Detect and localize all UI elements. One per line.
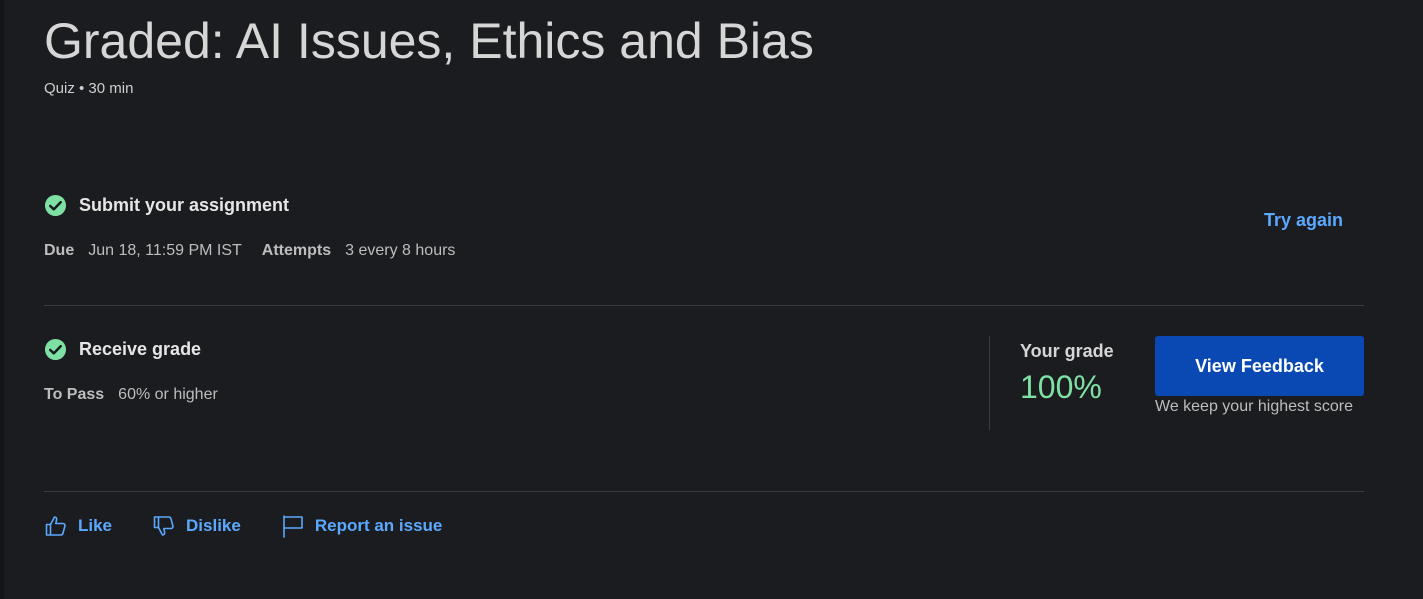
thumbs-down-icon	[153, 516, 174, 536]
grade-details: To Pass 60% or higher	[44, 386, 238, 404]
view-feedback-button[interactable]: View Feedback	[1155, 336, 1364, 396]
divider	[44, 305, 1364, 306]
report-issue-label: Report an issue	[314, 516, 443, 535]
attempts-label: Attempts	[261, 242, 332, 259]
quiz-overview: Graded: AI Issues, Ethics and Bias Quiz …	[44, 0, 1364, 599]
feedback-actions: Like Dislike Report an issue	[44, 514, 482, 538]
to-pass-label: To Pass	[44, 386, 105, 403]
submit-section-title: Submit your assignment	[79, 195, 290, 215]
page-title: Graded: AI Issues, Ethics and Bias	[44, 13, 814, 69]
thumbs-up-icon	[45, 516, 66, 536]
to-pass-value: 60% or higher	[118, 386, 218, 403]
submit-section-header: Submit your assignment	[44, 194, 289, 217]
vertical-divider	[989, 336, 990, 430]
like-button[interactable]: Like	[44, 514, 112, 538]
your-grade-label: Your grade	[1020, 341, 1114, 361]
quiz-meta: Quiz • 30 min	[44, 80, 134, 97]
due-value: Jun 18, 11:59 PM IST	[88, 242, 242, 259]
attempts-value: 3 every 8 hours	[345, 242, 456, 259]
submit-details: Due Jun 18, 11:59 PM IST Attempts 3 ever…	[44, 242, 475, 260]
report-issue-button[interactable]: Report an issue	[281, 514, 443, 538]
dislike-label: Dislike	[186, 516, 241, 535]
divider	[44, 491, 1364, 492]
like-label: Like	[78, 516, 113, 535]
dislike-button[interactable]: Dislike	[152, 514, 241, 538]
flag-icon	[283, 515, 303, 538]
your-grade-value: 100%	[1020, 369, 1102, 405]
check-circle-icon	[44, 194, 67, 217]
try-again-link[interactable]: Try again	[1264, 210, 1343, 231]
due-label: Due	[44, 242, 75, 259]
feedback-note: We keep your highest score	[1155, 398, 1354, 415]
left-edge-bar	[0, 0, 4, 599]
check-circle-icon	[44, 338, 67, 361]
grade-section-header: Receive grade	[44, 338, 201, 361]
grade-section-title: Receive grade	[79, 339, 202, 359]
